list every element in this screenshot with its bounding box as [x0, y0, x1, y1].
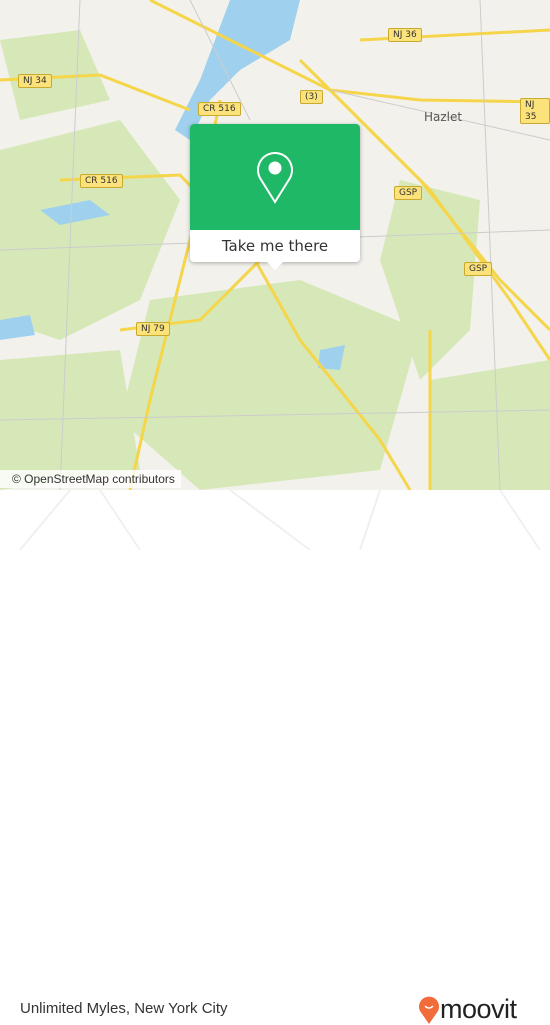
take-me-there-button[interactable]: Take me there: [190, 230, 360, 262]
moovit-pin-icon: [419, 996, 439, 1024]
place-label: Hazlet: [424, 110, 463, 124]
route-label: GSP: [394, 186, 423, 200]
map-pin-icon: [257, 152, 293, 204]
logo-text: moovit: [440, 994, 517, 1024]
footer: Unlimited Myles, New York City moovit: [0, 490, 550, 1024]
route-label: NJ 36: [388, 28, 422, 42]
route-label: NJ 79: [136, 322, 170, 336]
route-label: CR 516: [198, 102, 241, 116]
attribution[interactable]: © OpenStreetMap contributors: [0, 470, 181, 488]
footer-background-pattern: [19, 490, 541, 550]
route-label: NJ 34: [18, 74, 52, 88]
route-label: NJ 35: [520, 98, 550, 124]
popup-pointer: [267, 262, 283, 270]
popup-header: [190, 124, 360, 230]
location-title: Unlimited Myles, New York City: [20, 1000, 228, 1017]
route-label: CR 516: [80, 174, 123, 188]
route-label: GSP: [464, 262, 493, 276]
destination-popup: Take me there: [190, 124, 360, 270]
route-label: (3): [300, 90, 323, 104]
moovit-logo[interactable]: moovit: [418, 994, 517, 1025]
